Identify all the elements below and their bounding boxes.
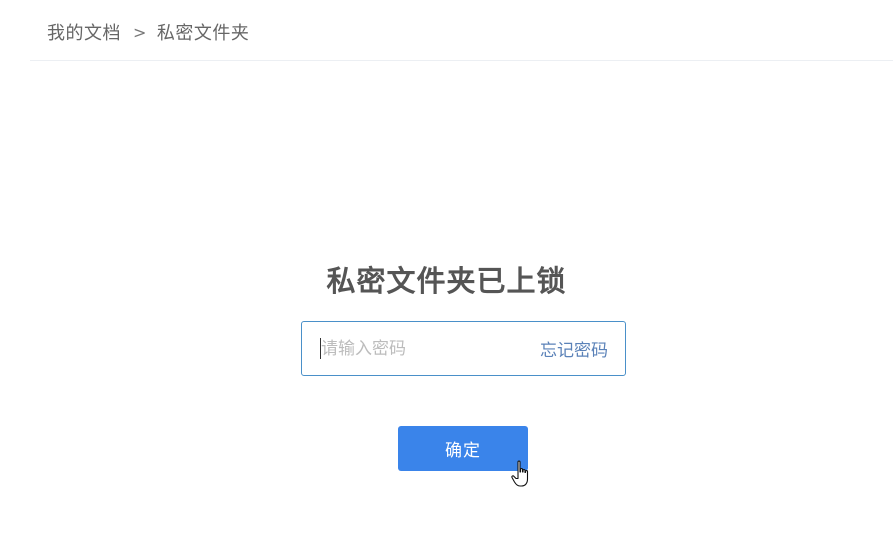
lock-title: 私密文件夹已上锁 <box>326 264 567 298</box>
private-folder-page: 我的文档 > 私密文件夹 私密文件夹已上锁 忘记密码 确定 <box>0 0 893 559</box>
confirm-button[interactable]: 确定 <box>398 426 528 471</box>
password-input[interactable] <box>321 333 540 364</box>
password-box: 忘记密码 <box>301 321 626 376</box>
text-caret <box>320 338 321 359</box>
forgot-password-link[interactable]: 忘记密码 <box>540 336 608 361</box>
breadcrumb-my-documents[interactable]: 我的文档 <box>47 19 121 45</box>
header-divider <box>30 60 893 61</box>
hand-pointer-icon <box>511 460 529 487</box>
breadcrumb-private-folder: 私密文件夹 <box>156 23 250 44</box>
breadcrumb: 我的文档 > 私密文件夹 <box>47 18 249 46</box>
breadcrumb-separator: > <box>133 22 147 42</box>
